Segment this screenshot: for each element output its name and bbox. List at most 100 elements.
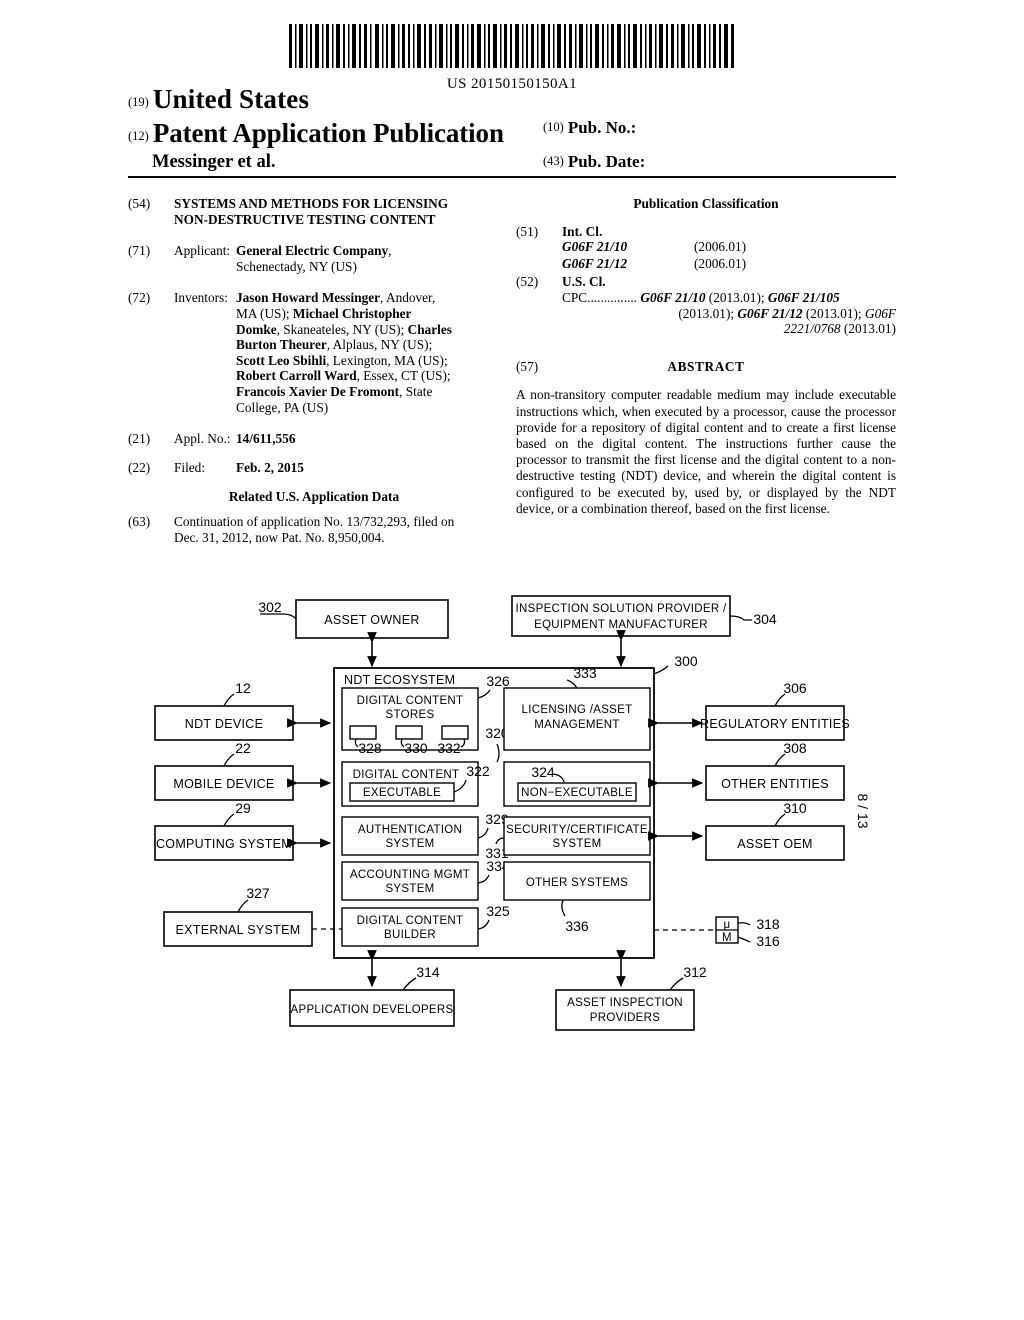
field-code-21: (21) — [128, 431, 151, 447]
ref-312: 312 — [683, 964, 707, 980]
figure-box-non-executable-wrap: NON−EXECUTABLE — [503, 761, 651, 807]
invention-title-line2: NON-DESTRUCTIVE TESTING CONTENT — [174, 211, 436, 227]
other-systems-label: OTHER SYSTEMS — [526, 877, 628, 889]
page-marker: 8 / 13 — [855, 793, 871, 828]
dcs-line2: STORES — [386, 709, 435, 721]
ref-318: 318 — [756, 916, 780, 932]
ref-316: 316 — [756, 933, 780, 949]
pub-no-label: Pub. No.: — [567, 118, 637, 137]
figure-box-asset-oem: ASSET OEM — [705, 825, 845, 861]
licensing-line1: LICENSING /ASSET — [522, 704, 633, 716]
ref-332: 332 — [437, 740, 461, 756]
inventor-line: Jason Howard Messinger, Andover, — [236, 290, 500, 306]
invention-title-line1: SYSTEMS AND METHODS FOR LICENSING — [174, 196, 449, 211]
field-code-54: (54) — [128, 196, 151, 211]
ref-333: 333 — [573, 665, 597, 681]
inventor-name: Domke — [236, 321, 277, 337]
kind-code-19: (19) — [128, 95, 149, 109]
other-entities-label: OTHER ENTITIES — [721, 777, 829, 791]
ref-325: 325 — [486, 903, 510, 919]
field-us-cl: (52) U.S. Cl. CPC............... G06F 21… — [516, 274, 896, 336]
field-applicant: (71) Applicant: General Electric Company… — [128, 243, 500, 274]
document-type: Patent Application Publication — [152, 118, 504, 148]
ref-29: 29 — [235, 800, 251, 816]
dcb-line1: DIGITAL CONTENT — [357, 915, 464, 927]
applicant-name: General Electric Company — [236, 243, 389, 259]
pub-no-line: (10) Pub. No.: US 2015/0150150 A1 — [543, 118, 636, 138]
cpc-label: CPC — [562, 289, 588, 305]
asset-inspection-line1: ASSET INSPECTION — [567, 997, 683, 1009]
figure-box-other-systems: OTHER SYSTEMS — [503, 861, 651, 901]
applicant-address: Schenectady, NY (US) — [236, 258, 357, 274]
appl-no-value: 14/611,556 — [236, 431, 296, 447]
filed-label: Filed: — [174, 459, 206, 475]
figure-box-external-system: EXTERNAL SYSTEM — [163, 911, 313, 947]
accounting-line1: ACCOUNTING MGMT — [350, 869, 470, 881]
figure-box-authentication-system: AUTHENTICATION SYSTEM — [341, 816, 479, 856]
inventor-locale: College, PA (US) — [236, 399, 329, 415]
bibliographic-left-column: (54) SYSTEMS AND METHODS FOR LICENSING N… — [128, 196, 500, 558]
field-int-cl: (51) Int. Cl. G06F 21/10 (2006.01) G06F 21… — [516, 224, 896, 273]
ref-12: 12 — [235, 680, 251, 696]
inventor-locale: , Skaneateles, NY (US); — [276, 321, 408, 337]
asset-owner-label: ASSET OWNER — [324, 613, 419, 627]
security-line2: SYSTEM — [552, 838, 601, 850]
int-cl-table: G06F 21/10 (2006.01) G06F 21/12 (2006.01) — [562, 239, 746, 272]
figure-box-computing-system: COMPUTING SYSTEM — [154, 825, 294, 861]
figure-box-licensing-asset-management: LICENSING /ASSET MANAGEMENT — [503, 687, 651, 751]
abstract-heading: ABSTRACT — [667, 358, 745, 374]
inspection-provider-line2: EQUIPMENT MANUFACTURER — [534, 619, 708, 631]
ref-330: 330 — [404, 740, 428, 756]
ref-310: 310 — [783, 800, 807, 816]
ref-314: 314 — [416, 964, 440, 980]
inventor-line: Scott Leo Sbihli, Lexington, MA (US); — [236, 353, 500, 369]
masthead: (19) United States (12) Patent Applicati… — [128, 84, 896, 182]
ndt-device-label: NDT DEVICE — [185, 717, 263, 731]
kind-code-12: (12) — [128, 129, 149, 143]
cpc-line-1: CPC............... G06F 21/10 (2013.01);… — [562, 290, 896, 306]
abstract-section: (57) ABSTRACT A non-transitory computer … — [516, 359, 896, 517]
int-cl-row: G06F 21/12 (2006.01) — [562, 256, 746, 273]
country-name: United States — [152, 84, 310, 114]
non-executable-label: NON−EXECUTABLE — [521, 787, 633, 799]
store-icon-332 — [441, 725, 469, 740]
computing-system-label: COMPUTING SYSTEM — [156, 837, 292, 851]
ref-308: 308 — [783, 740, 807, 756]
appl-no-label: Appl. No.: — [174, 431, 231, 447]
country-line: (19) United States — [128, 84, 309, 115]
pub-date-code: (43) — [543, 154, 564, 168]
figure-box-security-certificate-system: SECURITY/CERTIFICATE SYSTEM — [503, 816, 651, 856]
external-system-label: EXTERNAL SYSTEM — [176, 923, 301, 937]
continuation-line2: Dec. 31, 2012, now Pat. No. 8,950,004. — [174, 529, 385, 545]
inventor-name: Charles — [407, 321, 452, 337]
barcode-block: US 20150150150A1 — [0, 24, 1024, 93]
applicant-surname-line: Messinger et al. — [128, 152, 275, 173]
ref-328: 328 — [358, 740, 382, 756]
inventor-name: Jason Howard Messinger — [236, 290, 381, 306]
inventor-locale: MA (US); — [236, 305, 293, 321]
figure-box-asset-owner: ASSET OWNER — [295, 599, 449, 639]
inventor-locale: , State — [399, 383, 433, 399]
field-inventors: (72) Inventors: Jason Howard Messinger, … — [128, 290, 500, 415]
asset-inspection-line2: PROVIDERS — [590, 1012, 660, 1024]
authentication-line1: AUTHENTICATION — [358, 824, 462, 836]
bibliographic-right-column: Publication Classification (51) Int. Cl.… — [516, 196, 896, 517]
cpc-code-1: G06F 21/10 — [640, 289, 706, 305]
figure-box-accounting-mgmt-system: ACCOUNTING MGMT SYSTEM — [341, 861, 479, 901]
m-symbol: M — [722, 932, 732, 944]
application-developers-label: APPLICATION DEVELOPERS — [291, 1004, 454, 1016]
field-code-71: (71) — [128, 243, 151, 259]
security-line1: SECURITY/CERTIFICATE — [506, 824, 648, 836]
inventor-name: Francois Xavier De Fromont — [236, 383, 400, 399]
dcs-line1: DIGITAL CONTENT — [357, 695, 464, 707]
masthead-divider — [128, 176, 896, 178]
figure-box-ndt-device: NDT DEVICE — [154, 705, 294, 741]
applicant-surname: Messinger et al. — [152, 152, 276, 172]
ref-324: 324 — [531, 764, 555, 780]
licensing-line2: MANAGEMENT — [534, 719, 619, 731]
field-code-51: (51) — [516, 223, 539, 239]
cpc-ver-4: (2013.01) — [840, 321, 896, 337]
inventor-name: Michael Christopher — [292, 305, 412, 321]
cpc-ver-2: (2013.01); — [678, 305, 738, 321]
inventor-locale: , Andover, — [380, 290, 436, 306]
